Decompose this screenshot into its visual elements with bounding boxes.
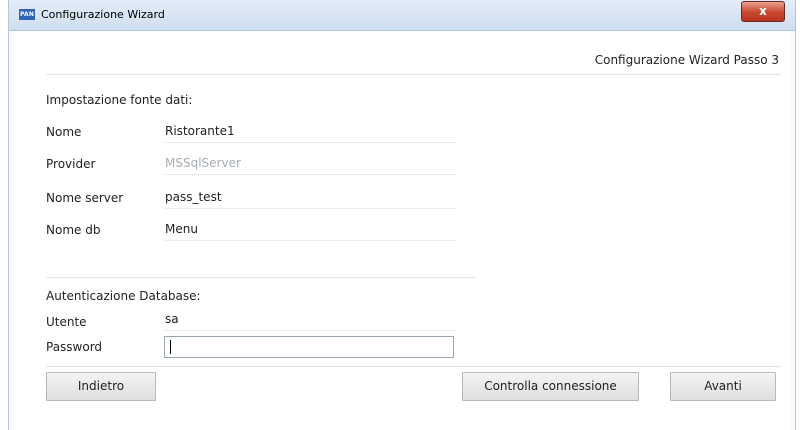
wizard-content: Configurazione Wizard Passo 3 Impostazio… <box>13 31 791 430</box>
back-button[interactable]: Indietro <box>46 372 156 401</box>
wizard-window: PAN Configurazione Wizard x Configurazio… <box>8 0 796 430</box>
datasource-section-title: Impostazione fonte dati: <box>46 93 193 107</box>
header-divider <box>46 74 781 75</box>
server-name-field[interactable]: pass_test <box>164 186 455 209</box>
auth-section-title: Autenticazione Database: <box>46 289 201 303</box>
db-name-field[interactable]: Menu <box>164 218 455 241</box>
check-connection-button[interactable]: Controlla connessione <box>462 372 639 401</box>
buttons-divider <box>46 366 781 367</box>
user-field[interactable]: sa <box>164 308 455 331</box>
password-input[interactable] <box>164 336 454 358</box>
user-label: Utente <box>46 315 87 329</box>
name-label: Nome <box>46 125 82 139</box>
section-divider <box>46 277 476 278</box>
window-title: Configurazione Wizard <box>41 8 165 21</box>
app-icon: PAN <box>19 9 35 20</box>
close-button[interactable]: x <box>741 1 785 22</box>
db-name-label: Nome db <box>46 223 101 237</box>
next-button[interactable]: Avanti <box>670 372 776 401</box>
provider-label: Provider <box>46 157 96 171</box>
provider-field: MSSqlServer <box>164 152 455 175</box>
step-title: Configurazione Wizard Passo 3 <box>594 53 779 67</box>
server-name-label: Nome server <box>46 191 124 205</box>
title-bar: PAN Configurazione Wizard x <box>9 0 795 31</box>
text-caret <box>170 340 171 354</box>
name-field[interactable]: Ristorante1 <box>164 120 455 143</box>
password-label: Password <box>46 340 103 354</box>
